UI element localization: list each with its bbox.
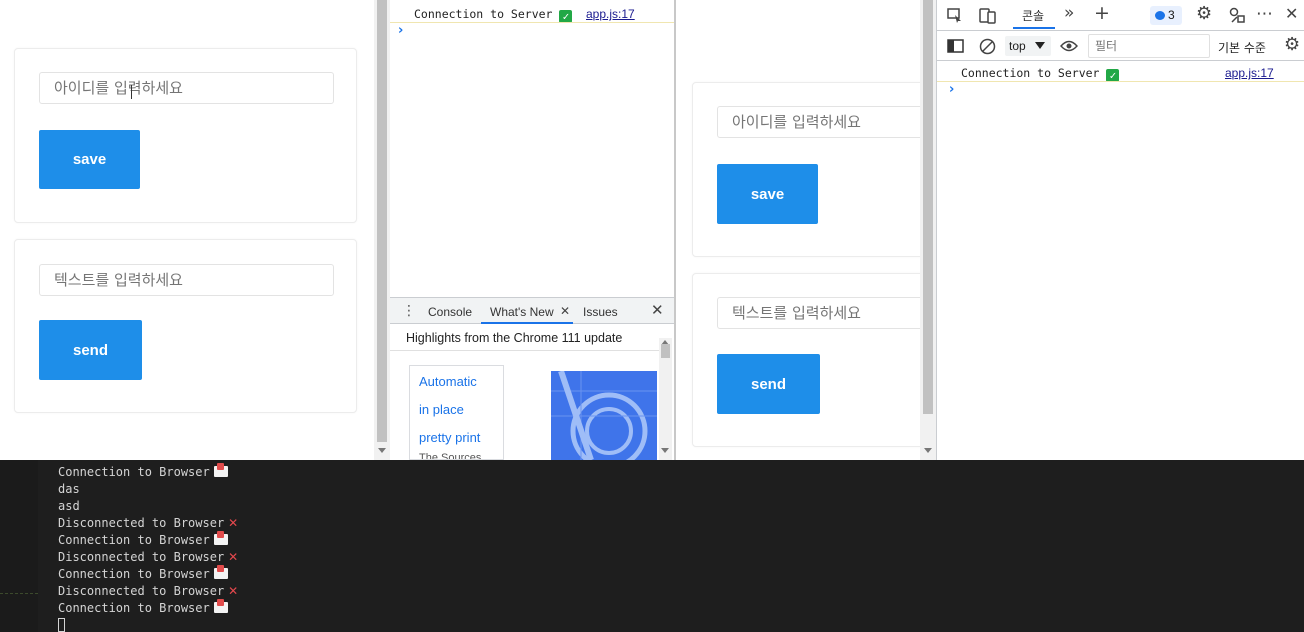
drawer-scrollbar-thumb[interactable] — [661, 344, 670, 358]
close-drawer-icon[interactable]: ✕ — [651, 303, 664, 318]
terminal-line: Connection to Browser — [58, 565, 228, 581]
whats-new-image — [551, 371, 657, 460]
text-input[interactable] — [39, 264, 334, 296]
console-prompt-icon[interactable]: › — [949, 82, 954, 97]
console-prompt-icon[interactable]: › — [398, 23, 403, 38]
whats-new-card[interactable]: Automatic in place pretty print The Sour… — [409, 365, 504, 460]
inspect-element-icon[interactable] — [947, 8, 963, 24]
console-settings-gear-icon[interactable]: ⚙ — [1284, 36, 1300, 54]
right-send-button[interactable]: send — [717, 354, 820, 414]
more-tabs-icon[interactable]: » — [1064, 5, 1074, 22]
tab-console[interactable]: Console — [428, 305, 472, 319]
filter-input[interactable] — [1088, 34, 1210, 58]
dropdown-arrow-icon — [1035, 42, 1045, 49]
sidebar-toggle-icon[interactable] — [947, 39, 964, 53]
terminal-line: Disconnected to Browser ✕ — [58, 584, 239, 598]
tab-console-ko[interactable]: 콘솔 — [1022, 7, 1044, 24]
live-expression-eye-icon[interactable] — [1060, 40, 1078, 52]
log-level-selector[interactable]: 기본 수준 — [1218, 39, 1266, 56]
tab-whats-new[interactable]: What's New — [490, 305, 554, 319]
console-message: Connection to Server ✓ — [961, 66, 1120, 82]
cross-mark-icon: ✕ — [228, 550, 239, 564]
more-options-icon[interactable]: ⋯ — [1256, 6, 1273, 23]
terminal-line: Connection to Browser — [58, 531, 228, 547]
text-cursor-icon — [131, 85, 133, 99]
scrollbar-thumb[interactable] — [377, 0, 387, 442]
context-selector[interactable]: top — [1005, 36, 1051, 56]
add-tab-icon[interactable]: + — [1094, 4, 1110, 23]
console-source-link[interactable]: app.js:17 — [1225, 66, 1274, 80]
terminal-line: Connection to Browser — [58, 599, 228, 615]
mailbox-icon — [213, 531, 228, 545]
terminal-line: Connection to Browser — [58, 463, 228, 479]
right-text-input[interactable] — [717, 297, 932, 329]
terminal-gutter — [0, 460, 38, 632]
context-value: top — [1009, 39, 1026, 53]
console-message-text: Connection to Server — [961, 66, 1100, 80]
active-tab-underline — [1013, 27, 1055, 29]
issues-badge[interactable]: 3 — [1150, 6, 1182, 25]
right-page-scrollbar[interactable] — [920, 0, 936, 460]
terminal-panel[interactable]: Connection to Browser das asd Disconnect… — [0, 460, 1304, 632]
console-toolbar: top 기본 수준 ⚙ — [937, 31, 1304, 61]
console-source-link[interactable]: app.js:17 — [586, 7, 635, 21]
card-line-1: Automatic — [419, 374, 477, 389]
right-id-input[interactable] — [717, 106, 932, 138]
whats-new-divider — [390, 350, 660, 351]
terminal-line: Disconnected to Browser ✕ — [58, 516, 239, 530]
left-page-scrollbar[interactable] — [374, 0, 390, 460]
right-scrollbar-thumb[interactable] — [923, 0, 933, 414]
scroll-down-arrow-icon[interactable] — [924, 448, 932, 453]
terminal-line: Disconnected to Browser ✕ — [58, 550, 239, 564]
devtools-right-panel: 콘솔 » + 3 ⚙ ⋯ ✕ top 필터 기본 수준 ⚙ Connection… — [936, 0, 1304, 460]
cross-mark-icon: ✕ — [228, 516, 239, 530]
close-tab-icon[interactable]: ✕ — [560, 305, 570, 317]
mailbox-icon — [213, 463, 228, 477]
devtools-left-panel: Connection to Server ✓ app.js:17 › ⋮ Con… — [390, 0, 676, 460]
mailbox-icon — [213, 599, 228, 613]
drawer-tabbar: ⋮ Console What's New ✕ Issues ✕ — [390, 297, 674, 324]
device-toolbar-icon[interactable] — [979, 7, 997, 24]
card-line-2: in place — [419, 402, 464, 417]
message-icon — [1155, 11, 1165, 20]
clear-console-icon[interactable] — [979, 38, 996, 55]
console-message-text: Connection to Server — [414, 7, 553, 21]
card-line-4: The Sources — [419, 452, 482, 460]
right-save-button[interactable]: save — [717, 164, 818, 224]
cross-mark-icon: ✕ — [228, 584, 239, 598]
scroll-down-arrow-icon[interactable] — [661, 448, 669, 453]
settings-gear-icon[interactable]: ⚙ — [1196, 5, 1212, 23]
drawer-scrollbar[interactable] — [659, 338, 672, 460]
issues-count: 3 — [1168, 8, 1175, 22]
card-line-3: pretty print — [419, 430, 481, 445]
gutter-marker — [0, 593, 38, 594]
console-message: Connection to Server ✓ — [414, 7, 573, 23]
terminal-cursor — [58, 618, 65, 632]
whats-new-heading: Highlights from the Chrome 111 update — [406, 331, 623, 345]
devtools-top-toolbar: 콘솔 » + 3 ⚙ ⋯ ✕ — [937, 0, 1304, 31]
id-input[interactable] — [39, 72, 334, 104]
save-button[interactable]: save — [39, 130, 140, 189]
scroll-down-arrow-icon[interactable] — [378, 448, 386, 453]
console-row-divider — [390, 22, 674, 23]
tab-issues[interactable]: Issues — [583, 305, 618, 319]
mailbox-icon — [213, 565, 228, 579]
drawer-menu-icon[interactable]: ⋮ — [402, 304, 416, 318]
customize-icon[interactable] — [1229, 7, 1246, 24]
close-devtools-icon[interactable]: ✕ — [1285, 6, 1298, 22]
send-button[interactable]: send — [39, 320, 142, 380]
terminal-line: das — [58, 482, 80, 496]
terminal-line: asd — [58, 499, 80, 513]
console-row-divider — [937, 81, 1304, 82]
active-tab-underline — [481, 322, 573, 324]
